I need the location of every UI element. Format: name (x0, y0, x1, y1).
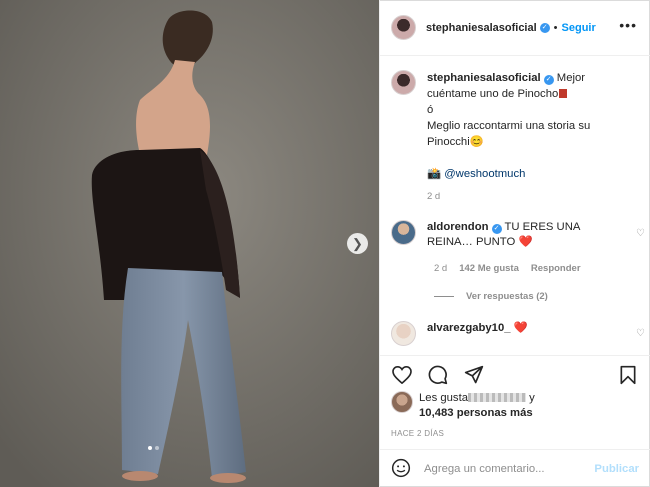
comment-item: alvarezgaby10_ ❤️ (391, 321, 646, 346)
caption-line-2: cuéntame uno de Pinocho (427, 88, 559, 100)
caption-timestamp[interactable]: 2 d (427, 191, 440, 202)
photographer-mention-link[interactable]: @weshootmuch (444, 168, 525, 180)
heart-icon (392, 366, 412, 384)
comment-timestamp[interactable]: 2 d (434, 263, 447, 274)
liker-avatar[interactable] (391, 391, 413, 413)
blurred-username (468, 393, 526, 402)
replies-divider (434, 296, 454, 297)
post-caption: stephaniesalasoficial ✓ Mejor cuéntame un… (391, 70, 641, 205)
bookmark-icon (620, 365, 636, 385)
comment-icon (428, 365, 448, 385)
likes-count[interactable]: 10,483 personas más (419, 407, 533, 419)
save-button[interactable] (617, 364, 639, 386)
header-separator: • (553, 21, 558, 34)
smile-emoji-icon: 😊 (469, 136, 484, 148)
caption-line-3: ó (427, 104, 434, 116)
emoji-smiley-icon[interactable] (391, 458, 411, 481)
comment-input[interactable]: Agrega un comentario... (424, 463, 594, 475)
follow-button[interactable]: Seguir (562, 22, 596, 34)
comment-text: alvarezgaby10_ ❤️ (427, 321, 617, 346)
reply-button[interactable]: Responder (531, 263, 581, 274)
commenter-avatar[interactable] (391, 220, 416, 245)
post-header: stephaniesalasoficial ✓ • Seguir ••• (380, 0, 650, 56)
caption-line-5: Pinocchi (427, 136, 470, 148)
like-comment-heart-icon[interactable]: ♡ (636, 328, 645, 339)
caption-text: stephaniesalasoficial ✓ Mejor cuéntame un… (427, 70, 590, 205)
like-button[interactable] (391, 364, 413, 386)
post-sidebar: stephaniesalasoficial ✓ • Seguir ••• ste… (379, 0, 650, 487)
likes-text: Les gusta y 10,483 personas más (419, 391, 535, 421)
carousel-dots (148, 446, 159, 450)
author-avatar[interactable] (391, 15, 416, 40)
heart-emoji-icon: ❤️ (518, 236, 533, 248)
commenter-username[interactable]: aldorendon (427, 221, 489, 233)
post-comment-button[interactable]: Publicar (594, 463, 639, 475)
chevron-right-icon: ❯ (352, 235, 363, 251)
likes-suffix: y (529, 392, 535, 404)
view-replies-label: Ver respuestas (2) (466, 291, 548, 302)
carousel-dot (155, 446, 159, 450)
verified-badge-icon: ✓ (543, 75, 554, 85)
caption-username[interactable]: stephaniesalasoficial (427, 72, 541, 84)
camera-emoji-icon: 📸 (427, 168, 442, 180)
author-username[interactable]: stephaniesalasoficial (426, 22, 537, 34)
post-actions: Les gusta y 10,483 personas más HACE 2 D… (380, 355, 650, 487)
comment-meta: 2 d 142 Me gusta Responder (434, 263, 581, 274)
comment-item: aldorendon ✓ TU ERES UNA REINA… PUNTO ❤️ (391, 220, 646, 250)
carousel-dot-active (148, 446, 152, 450)
share-button[interactable] (463, 364, 485, 386)
heart-emoji-icon: ❤️ (513, 322, 528, 334)
photo-illustration (0, 0, 379, 487)
send-icon (464, 365, 484, 384)
book-emoji-icon (559, 89, 568, 98)
more-options-icon[interactable]: ••• (619, 17, 637, 33)
comment-likes-count[interactable]: 142 Me gusta (459, 263, 519, 274)
comments-section: stephaniesalasoficial ✓ Mejor cuéntame un… (380, 56, 650, 355)
comment-button[interactable] (427, 364, 449, 386)
caption-line-4: Meglio raccontarmi una storia su (427, 120, 591, 132)
commenter-username[interactable]: alvarezgaby10_ (427, 322, 511, 334)
caption-line-1: Mejor (556, 72, 586, 84)
add-comment-bar: Agrega un comentario... Publicar (380, 449, 650, 487)
next-photo-button[interactable]: ❯ (347, 233, 368, 254)
post-photo[interactable]: ❯ (0, 0, 379, 487)
like-comment-heart-icon[interactable]: ♡ (636, 228, 645, 239)
likes-prefix: Les gusta (419, 392, 468, 404)
verified-badge-icon: ✓ (539, 22, 550, 33)
commenter-avatar[interactable] (391, 321, 416, 346)
verified-badge-icon: ✓ (491, 224, 502, 234)
likes-summary: Les gusta y 10,483 personas más (391, 391, 535, 421)
post-time-ago[interactable]: HACE 2 DÍAS (391, 429, 444, 438)
caption-avatar[interactable] (391, 70, 416, 95)
comment-text: aldorendon ✓ TU ERES UNA REINA… PUNTO ❤️ (427, 220, 617, 250)
view-replies-button[interactable]: Ver respuestas (2) (434, 291, 548, 302)
action-icons (391, 364, 485, 386)
